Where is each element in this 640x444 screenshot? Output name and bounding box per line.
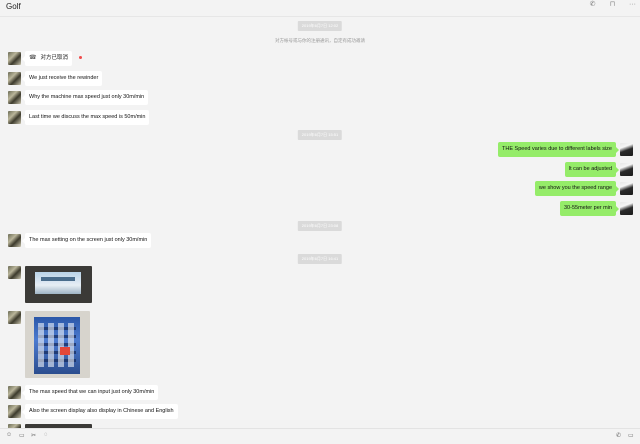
message-bubble[interactable]: Also the screen display also display in … — [22, 404, 178, 419]
message-bubble[interactable]: The max speed that we can input just onl… — [21, 385, 159, 400]
my-avatar[interactable] — [620, 163, 633, 176]
message-bubble[interactable]: We just receive the rewinder — [21, 71, 103, 86]
my-message-bubble[interactable]: 30-55meter per min — [560, 201, 619, 216]
contact-avatar[interactable] — [8, 52, 21, 65]
contact-avatar[interactable] — [8, 311, 21, 324]
system-message: 对方帐号或与你的注册通讯，自定有成功邀请 — [275, 38, 365, 43]
more-icon[interactable]: ··· — [629, 1, 636, 8]
pin-icon[interactable]: ⊓ — [610, 1, 615, 8]
contact-avatar[interactable] — [8, 386, 21, 399]
call-cancelled-message[interactable]: ☎ 对方已取消 — [22, 51, 72, 66]
emoji-icon[interactable]: ☺ — [6, 432, 12, 438]
chat-header: Golf ✆ ⊓ ··· — [0, 0, 640, 17]
voice-call-icon[interactable]: ✆ — [616, 432, 621, 439]
timestamp: 2019年6月7日 23:08 — [297, 221, 343, 231]
scissors-icon[interactable]: ✂ — [31, 432, 36, 439]
image-message[interactable] — [25, 266, 92, 303]
image-message[interactable] — [25, 311, 90, 378]
message-bubble[interactable]: Why the machine max speed just only 30m/… — [21, 90, 149, 105]
my-avatar[interactable] — [620, 202, 633, 215]
phone-icon: ☎ — [29, 55, 37, 61]
my-avatar[interactable] — [620, 182, 633, 195]
contact-avatar[interactable] — [8, 234, 21, 247]
unread-dot — [79, 56, 82, 59]
timestamp: 2019年6月7日 12:02 — [297, 21, 343, 31]
contact-avatar[interactable] — [8, 111, 21, 124]
contact-avatar[interactable] — [8, 72, 21, 85]
message-list[interactable]: 2019年6月7日 12:02 对方帐号或与你的注册通讯，自定有成功邀请 ☎ 对… — [0, 17, 640, 428]
contact-avatar[interactable] — [8, 266, 21, 279]
machine-screen-photo — [35, 272, 81, 294]
my-message-bubble[interactable]: It can be adjusted — [564, 162, 620, 177]
contact-avatar[interactable] — [8, 91, 21, 104]
message-bubble[interactable]: The max setting on the screen just only … — [21, 233, 152, 248]
control-panel-photo — [34, 317, 80, 374]
call-status-text: 对方已取消 — [40, 55, 68, 61]
timestamp: 2019年6月7日 16:41 — [297, 254, 343, 264]
folder-icon[interactable]: ▭ — [19, 432, 25, 439]
chat-history-icon[interactable]: ◌ — [44, 432, 48, 438]
input-toolbar: ☺ ▭ ✂ ◌ ✆ ▭ — [0, 428, 640, 444]
my-avatar[interactable] — [620, 143, 633, 156]
video-call-icon[interactable]: ▭ — [628, 432, 634, 439]
contact-avatar[interactable] — [8, 405, 21, 418]
my-message-bubble[interactable]: we show you the speed range — [534, 181, 620, 196]
my-message-bubble[interactable]: THE Speed varies due to different labels… — [498, 142, 619, 157]
phone-icon[interactable]: ✆ — [590, 1, 596, 8]
message-bubble[interactable]: Last time we discuss the max speed is 50… — [21, 110, 150, 125]
timestamp: 2019年6月7日 15:51 — [297, 130, 343, 140]
chat-title: Golf — [6, 2, 21, 11]
header-icons: ✆ ⊓ ··· — [578, 0, 636, 8]
